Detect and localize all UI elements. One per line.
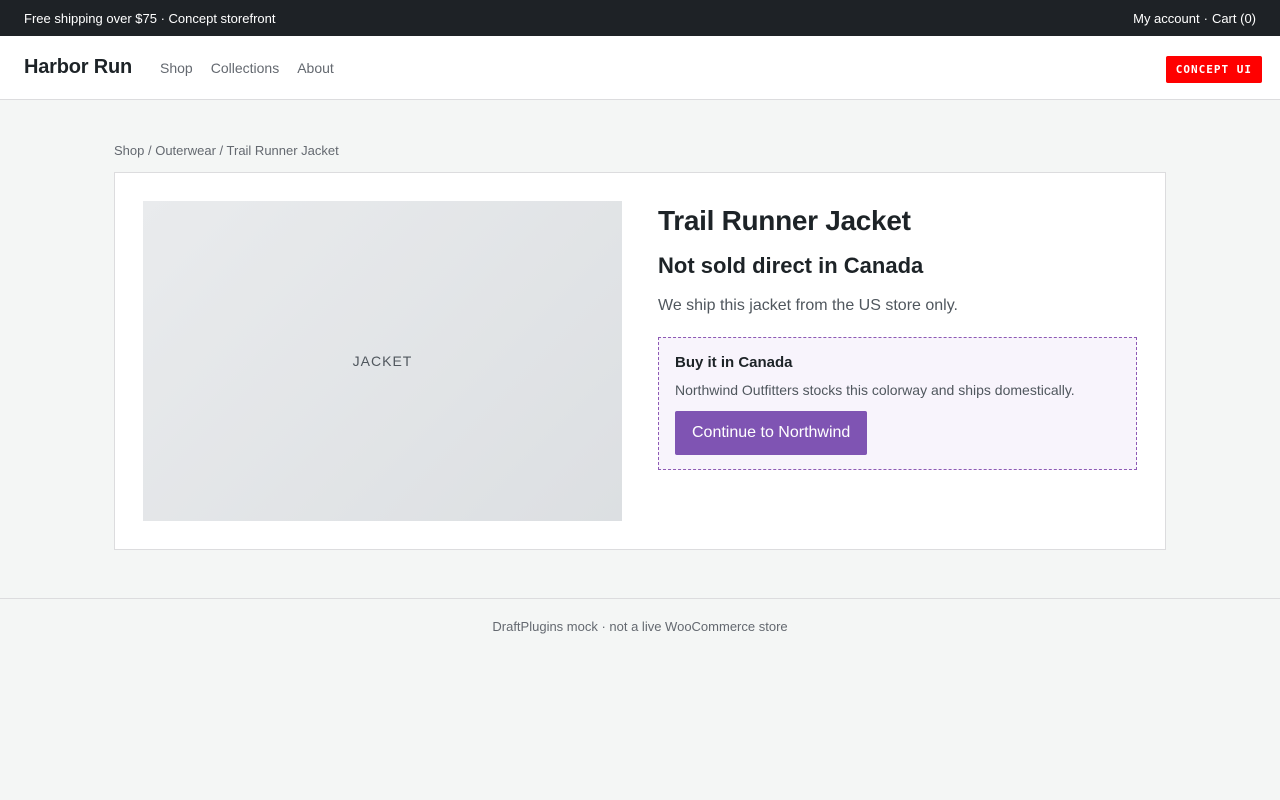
site-header: Harbor Run Shop Collections About CONCEP… — [0, 36, 1280, 100]
main-content: Shop / Outerwear / Trail Runner Jacket J… — [114, 100, 1166, 550]
referral-title: Buy it in Canada — [675, 354, 793, 371]
availability-notice-text: We ship this jacket from the US store on… — [658, 297, 958, 314]
breadcrumb-item-current: Trail Runner Jacket — [226, 143, 339, 158]
my-account-link[interactable]: My account — [1133, 11, 1199, 26]
referral-text: Northwind Outfitters stocks this colorwa… — [675, 382, 1075, 398]
nav-item-shop[interactable]: Shop — [160, 60, 193, 76]
product-card: JACKET Trail Runner Jacket Not sold dire… — [114, 172, 1166, 550]
cart-link[interactable]: Cart (0) — [1212, 11, 1256, 26]
breadcrumb-item-outerwear[interactable]: Outerwear — [155, 143, 216, 158]
concept-ui-badge: CONCEPT UI — [1165, 56, 1262, 83]
top-announcement-bar: Free shipping over $75 · Concept storefr… — [0, 0, 1280, 36]
product-title: Trail Runner Jacket — [658, 205, 911, 236]
separator: · — [1203, 10, 1208, 26]
product-image: JACKET — [143, 201, 622, 521]
site-footer: DraftPlugins mock · not a live WooCommer… — [0, 598, 1280, 634]
continue-to-northwind-button[interactable]: Continue to Northwind — [675, 411, 868, 455]
main-nav: Shop Collections About — [160, 60, 334, 76]
breadcrumb-separator: / — [144, 143, 156, 158]
nav-item-about[interactable]: About — [297, 60, 334, 76]
brand-logo[interactable]: Harbor Run — [24, 56, 132, 79]
breadcrumb-item-shop[interactable]: Shop — [114, 143, 144, 158]
product-details: Trail Runner Jacket Not sold direct in C… — [658, 201, 1137, 521]
footer-text: DraftPlugins mock · not a live WooCommer… — [492, 619, 788, 634]
nav-item-collections[interactable]: Collections — [211, 60, 279, 76]
product-image-label: JACKET — [352, 353, 413, 369]
breadcrumb-separator: / — [215, 143, 227, 158]
promo-text: Free shipping over $75 · Concept storefr… — [24, 10, 276, 26]
account-links: My account · Cart (0) — [1133, 11, 1256, 26]
referral-box: Buy it in Canada Northwind Outfitters st… — [658, 337, 1137, 470]
availability-notice-title: Not sold direct in Canada — [658, 253, 924, 278]
breadcrumb: Shop / Outerwear / Trail Runner Jacket — [114, 143, 1166, 158]
